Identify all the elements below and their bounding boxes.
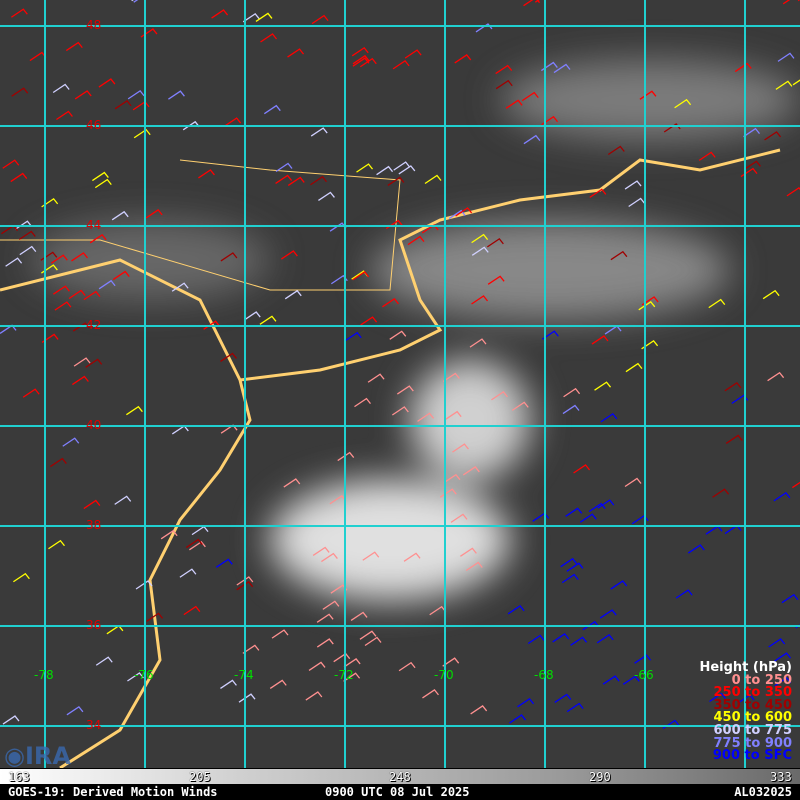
product-title: GOES-19: Derived Motion Winds bbox=[8, 785, 218, 799]
footer-bar: GOES-19: Derived Motion Winds 0900 UTC 0… bbox=[0, 784, 800, 800]
satellite-map: 48 46 44 42 40 38 36 34 -78 -76 -74 -72 … bbox=[0, 0, 800, 770]
timestamp: 0900 UTC 08 Jul 2025 bbox=[325, 785, 470, 799]
lon-label: -70 bbox=[434, 668, 454, 682]
lon-label: -78 bbox=[34, 668, 54, 682]
lat-label: 34 bbox=[86, 718, 102, 732]
lon-label: -76 bbox=[134, 668, 154, 682]
colorbar-tick: 205 bbox=[189, 770, 211, 784]
colorbar-tick: 290 bbox=[589, 770, 611, 784]
lat-label: 40 bbox=[86, 418, 102, 432]
legend-item: 900 to SFC bbox=[712, 748, 792, 764]
lon-label: -66 bbox=[634, 668, 654, 682]
storm-id: AL032025 bbox=[734, 785, 792, 799]
lon-label: -74 bbox=[234, 668, 254, 682]
colorbar-tick: 248 bbox=[389, 770, 411, 784]
lat-label: 44 bbox=[86, 218, 102, 232]
cira-logo: ◉IRA bbox=[4, 742, 71, 770]
lon-label: -72 bbox=[334, 668, 354, 682]
colorbar-tick: 163 bbox=[8, 770, 30, 784]
lat-label: 36 bbox=[86, 618, 102, 632]
lat-label: 46 bbox=[86, 118, 102, 132]
lon-label: -68 bbox=[534, 668, 554, 682]
lat-lon-grid bbox=[0, 0, 800, 768]
temperature-colorbar: 163 205 248 290 333 bbox=[0, 768, 800, 784]
lat-label: 42 bbox=[86, 318, 102, 332]
colorbar-tick: 333 bbox=[770, 770, 792, 784]
lat-label: 48 bbox=[86, 18, 102, 32]
lat-label: 38 bbox=[86, 518, 102, 532]
height-legend: Height (hPa) 0 to 250 250 to 350 350 to … bbox=[699, 661, 792, 764]
